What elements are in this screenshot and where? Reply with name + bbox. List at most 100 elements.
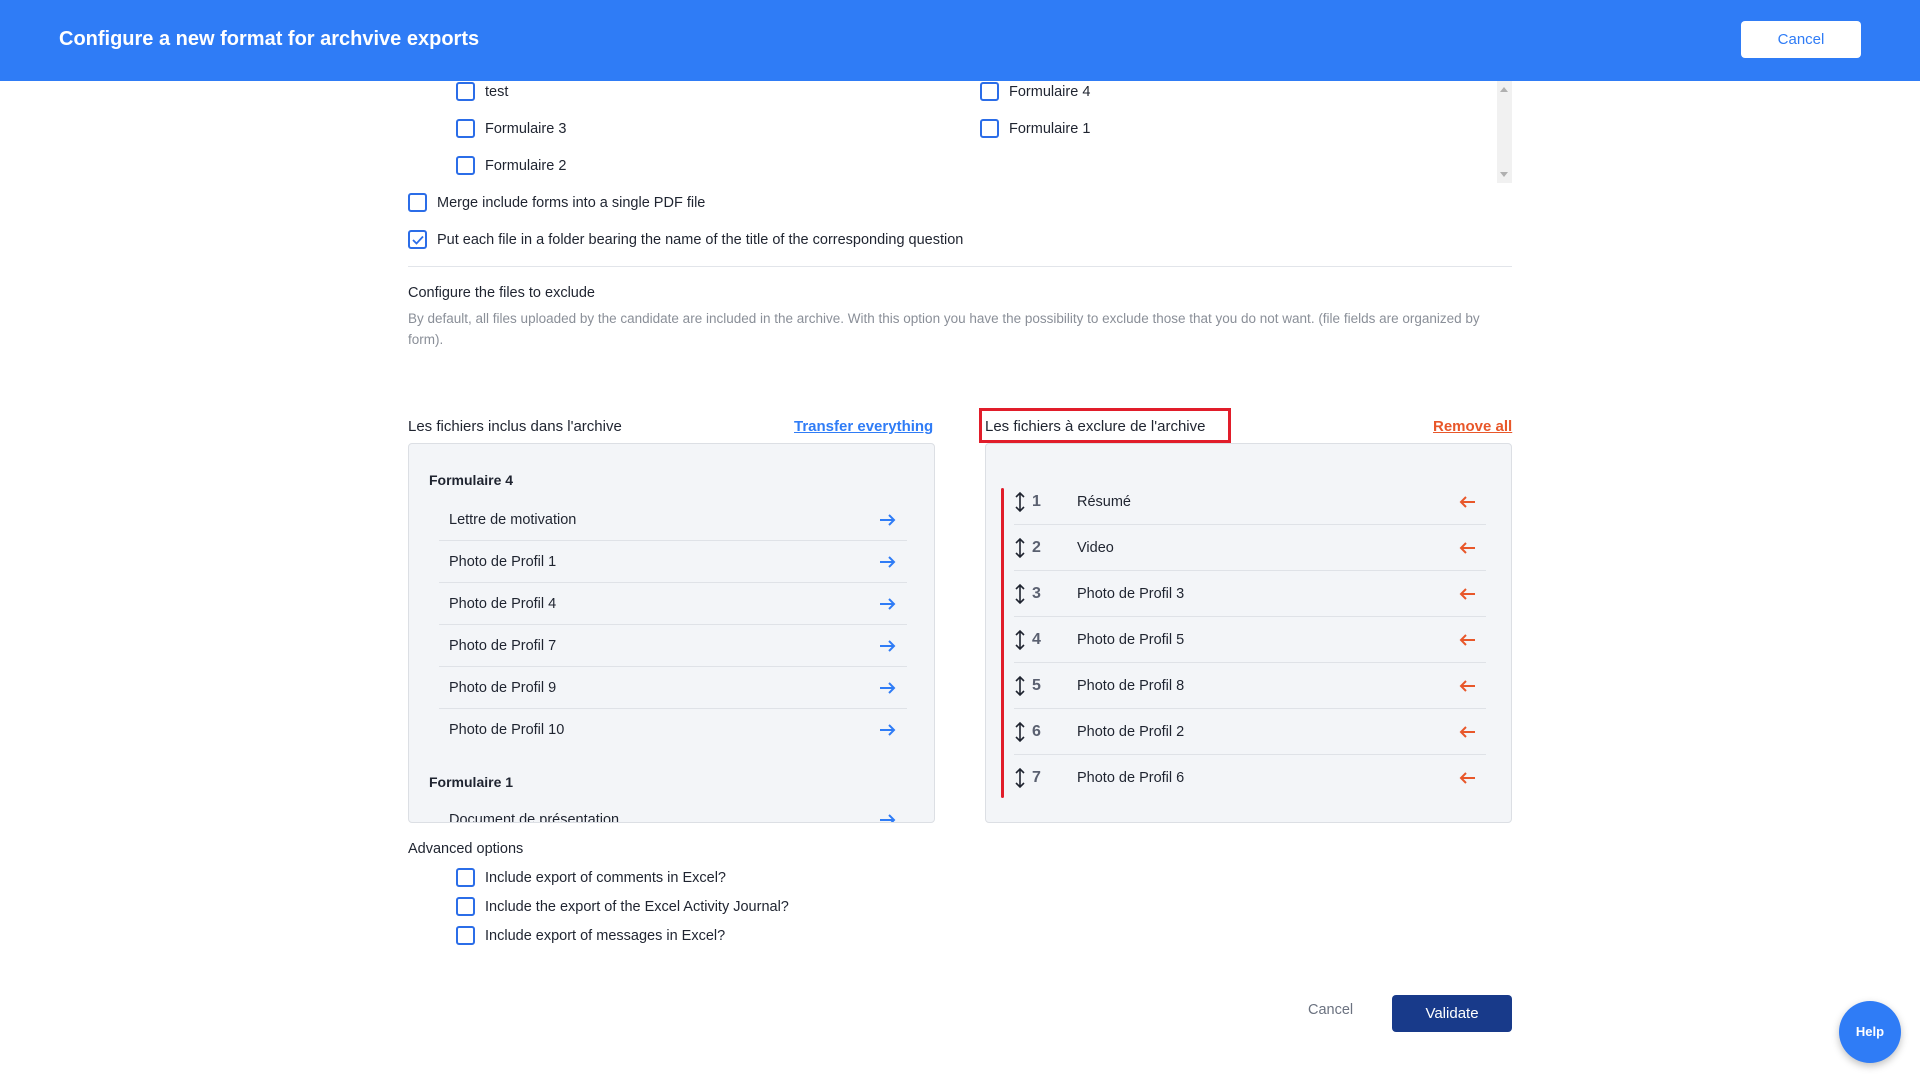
file-label: Photo de Profil 7 bbox=[449, 637, 557, 654]
file-label: Photo de Profil 3 bbox=[1077, 585, 1185, 602]
scroll-down-icon[interactable] bbox=[1500, 172, 1508, 177]
excluded-file-row[interactable]: 7 Photo de Profil 6 bbox=[1014, 755, 1486, 801]
order-number: 6 bbox=[1032, 722, 1041, 740]
drag-handle-icon[interactable] bbox=[1014, 721, 1026, 743]
checkbox[interactable] bbox=[980, 119, 999, 138]
included-files-panel: Formulaire 4 Lettre de motivation Photo … bbox=[408, 443, 935, 823]
drag-handle-icon[interactable] bbox=[1014, 583, 1026, 605]
included-panel-title: Les fichiers inclus dans l'archive bbox=[408, 418, 622, 435]
arrow-left-icon[interactable] bbox=[1458, 679, 1476, 693]
arrow-right-icon[interactable] bbox=[879, 639, 897, 653]
advanced-option-row[interactable]: Include the export of the Excel Activity… bbox=[456, 897, 789, 916]
order-number: 3 bbox=[1032, 584, 1041, 602]
file-label: Résumé bbox=[1077, 493, 1131, 510]
file-label: Photo de Profil 8 bbox=[1077, 677, 1185, 694]
included-file-row[interactable]: Photo de Profil 9 bbox=[439, 667, 907, 709]
arrow-left-icon[interactable] bbox=[1458, 633, 1476, 647]
excluded-file-row[interactable]: 2 Video bbox=[1014, 525, 1486, 571]
file-label: Photo de Profil 5 bbox=[1077, 631, 1185, 648]
arrow-right-icon[interactable] bbox=[879, 555, 897, 569]
merge-option[interactable]: Merge include forms into a single PDF fi… bbox=[408, 193, 705, 212]
file-label: Photo de Profil 1 bbox=[449, 553, 557, 570]
file-label: Photo de Profil 6 bbox=[1077, 770, 1185, 786]
help-button[interactable]: Help bbox=[1839, 1001, 1901, 1063]
advanced-options-title: Advanced options bbox=[408, 841, 524, 857]
excluded-file-row[interactable]: 5 Photo de Profil 8 bbox=[1014, 663, 1486, 709]
form-checkbox-row[interactable]: Formulaire 1 bbox=[980, 119, 1090, 138]
arrow-right-icon[interactable] bbox=[879, 813, 897, 823]
folder-option[interactable]: Put each file in a folder bearing the na… bbox=[408, 230, 963, 249]
arrow-right-icon[interactable] bbox=[879, 513, 897, 527]
order-number: 2 bbox=[1032, 538, 1041, 556]
advanced-option-row[interactable]: Include export of comments in Excel? bbox=[456, 868, 726, 887]
arrow-left-icon[interactable] bbox=[1458, 771, 1476, 785]
arrow-right-icon[interactable] bbox=[879, 681, 897, 695]
excluded-file-row[interactable]: 4 Photo de Profil 5 bbox=[1014, 617, 1486, 663]
merge-label: Merge include forms into a single PDF fi… bbox=[437, 194, 706, 211]
checkbox[interactable] bbox=[980, 82, 999, 101]
drag-handle-icon[interactable] bbox=[1014, 675, 1026, 697]
excluded-file-row[interactable]: 1 Résumé bbox=[1014, 479, 1486, 525]
form-checkbox-row[interactable]: Formulaire 2 bbox=[456, 156, 566, 175]
checkbox[interactable] bbox=[456, 897, 475, 916]
forms-scrollbar[interactable] bbox=[1497, 81, 1512, 183]
included-file-row[interactable]: Document de présentation bbox=[439, 799, 907, 823]
file-label: Photo de Profil 9 bbox=[449, 679, 557, 696]
checkbox[interactable] bbox=[456, 82, 475, 101]
form-checkbox-label: Formulaire 2 bbox=[485, 157, 567, 174]
file-label: Photo de Profil 2 bbox=[1077, 723, 1185, 740]
checkbox[interactable] bbox=[456, 119, 475, 138]
drag-handle-icon[interactable] bbox=[1014, 767, 1026, 789]
order-number: 7 bbox=[1032, 769, 1041, 786]
file-label: Photo de Profil 4 bbox=[449, 595, 557, 612]
advanced-option-label: Include export of comments in Excel? bbox=[485, 869, 726, 886]
arrow-left-icon[interactable] bbox=[1458, 587, 1476, 601]
form-checkbox-row[interactable]: Formulaire 4 bbox=[980, 82, 1090, 101]
checkbox[interactable] bbox=[456, 868, 475, 887]
header-cancel-button[interactable]: Cancel bbox=[1741, 21, 1861, 58]
form-checkbox-row[interactable]: test bbox=[456, 82, 508, 101]
excluded-panel-title: Les fichiers à exclure de l'archive bbox=[985, 418, 1206, 435]
form-checkbox-label: Formulaire 3 bbox=[485, 120, 567, 137]
drag-handle-icon[interactable] bbox=[1014, 491, 1026, 513]
excluded-file-row[interactable]: 6 Photo de Profil 2 bbox=[1014, 709, 1486, 755]
arrow-right-icon[interactable] bbox=[879, 597, 897, 611]
drag-handle-icon[interactable] bbox=[1014, 629, 1026, 651]
modal-header: Configure a new format for archvive expo… bbox=[0, 0, 1920, 81]
folder-label: Put each file in a folder bearing the na… bbox=[437, 231, 964, 248]
checkbox[interactable] bbox=[456, 926, 475, 945]
merge-checkbox[interactable] bbox=[408, 193, 427, 212]
included-file-row[interactable]: Photo de Profil 1 bbox=[439, 541, 907, 583]
group-title: Formulaire 1 bbox=[429, 774, 514, 790]
exclude-section-description: By default, all files uploaded by the ca… bbox=[408, 311, 1480, 347]
folder-checkbox[interactable] bbox=[408, 230, 427, 249]
form-checkbox-label: Formulaire 1 bbox=[1009, 120, 1091, 137]
order-number: 4 bbox=[1032, 630, 1041, 648]
included-file-row[interactable]: Photo de Profil 7 bbox=[439, 625, 907, 667]
footer-cancel-button[interactable]: Cancel bbox=[1308, 1002, 1353, 1018]
remove-all-link[interactable]: Remove all bbox=[1433, 418, 1512, 435]
drag-handle-icon[interactable] bbox=[1014, 537, 1026, 559]
included-file-row[interactable]: Photo de Profil 10 bbox=[439, 709, 907, 751]
checkbox[interactable] bbox=[456, 156, 475, 175]
arrow-left-icon[interactable] bbox=[1458, 541, 1476, 555]
form-checkbox-row[interactable]: Formulaire 3 bbox=[456, 119, 566, 138]
form-checkbox-label: Formulaire 4 bbox=[1009, 83, 1091, 100]
excluded-files-panel: 1 Résumé 2 Video 3 Photo de Profil 3 4 P… bbox=[985, 443, 1512, 823]
file-label: Document de présentation bbox=[449, 812, 620, 823]
form-checkbox-label: test bbox=[485, 83, 509, 100]
validate-button[interactable]: Validate bbox=[1392, 995, 1512, 1032]
included-file-row[interactable]: Lettre de motivation bbox=[439, 499, 907, 541]
advanced-option-row[interactable]: Include export of messages in Excel? bbox=[456, 926, 725, 945]
advanced-option-label: Include the export of the Excel Activity… bbox=[485, 898, 789, 915]
arrow-left-icon[interactable] bbox=[1458, 725, 1476, 739]
group-title: Formulaire 4 bbox=[429, 472, 514, 488]
file-label: Video bbox=[1077, 539, 1114, 556]
transfer-everything-link[interactable]: Transfer everything bbox=[794, 418, 933, 435]
advanced-option-label: Include export of messages in Excel? bbox=[485, 927, 726, 944]
scroll-up-icon[interactable] bbox=[1500, 87, 1508, 92]
included-file-row[interactable]: Photo de Profil 4 bbox=[439, 583, 907, 625]
excluded-file-row[interactable]: 3 Photo de Profil 3 bbox=[1014, 571, 1486, 617]
arrow-left-icon[interactable] bbox=[1458, 495, 1476, 509]
arrow-right-icon[interactable] bbox=[879, 723, 897, 737]
